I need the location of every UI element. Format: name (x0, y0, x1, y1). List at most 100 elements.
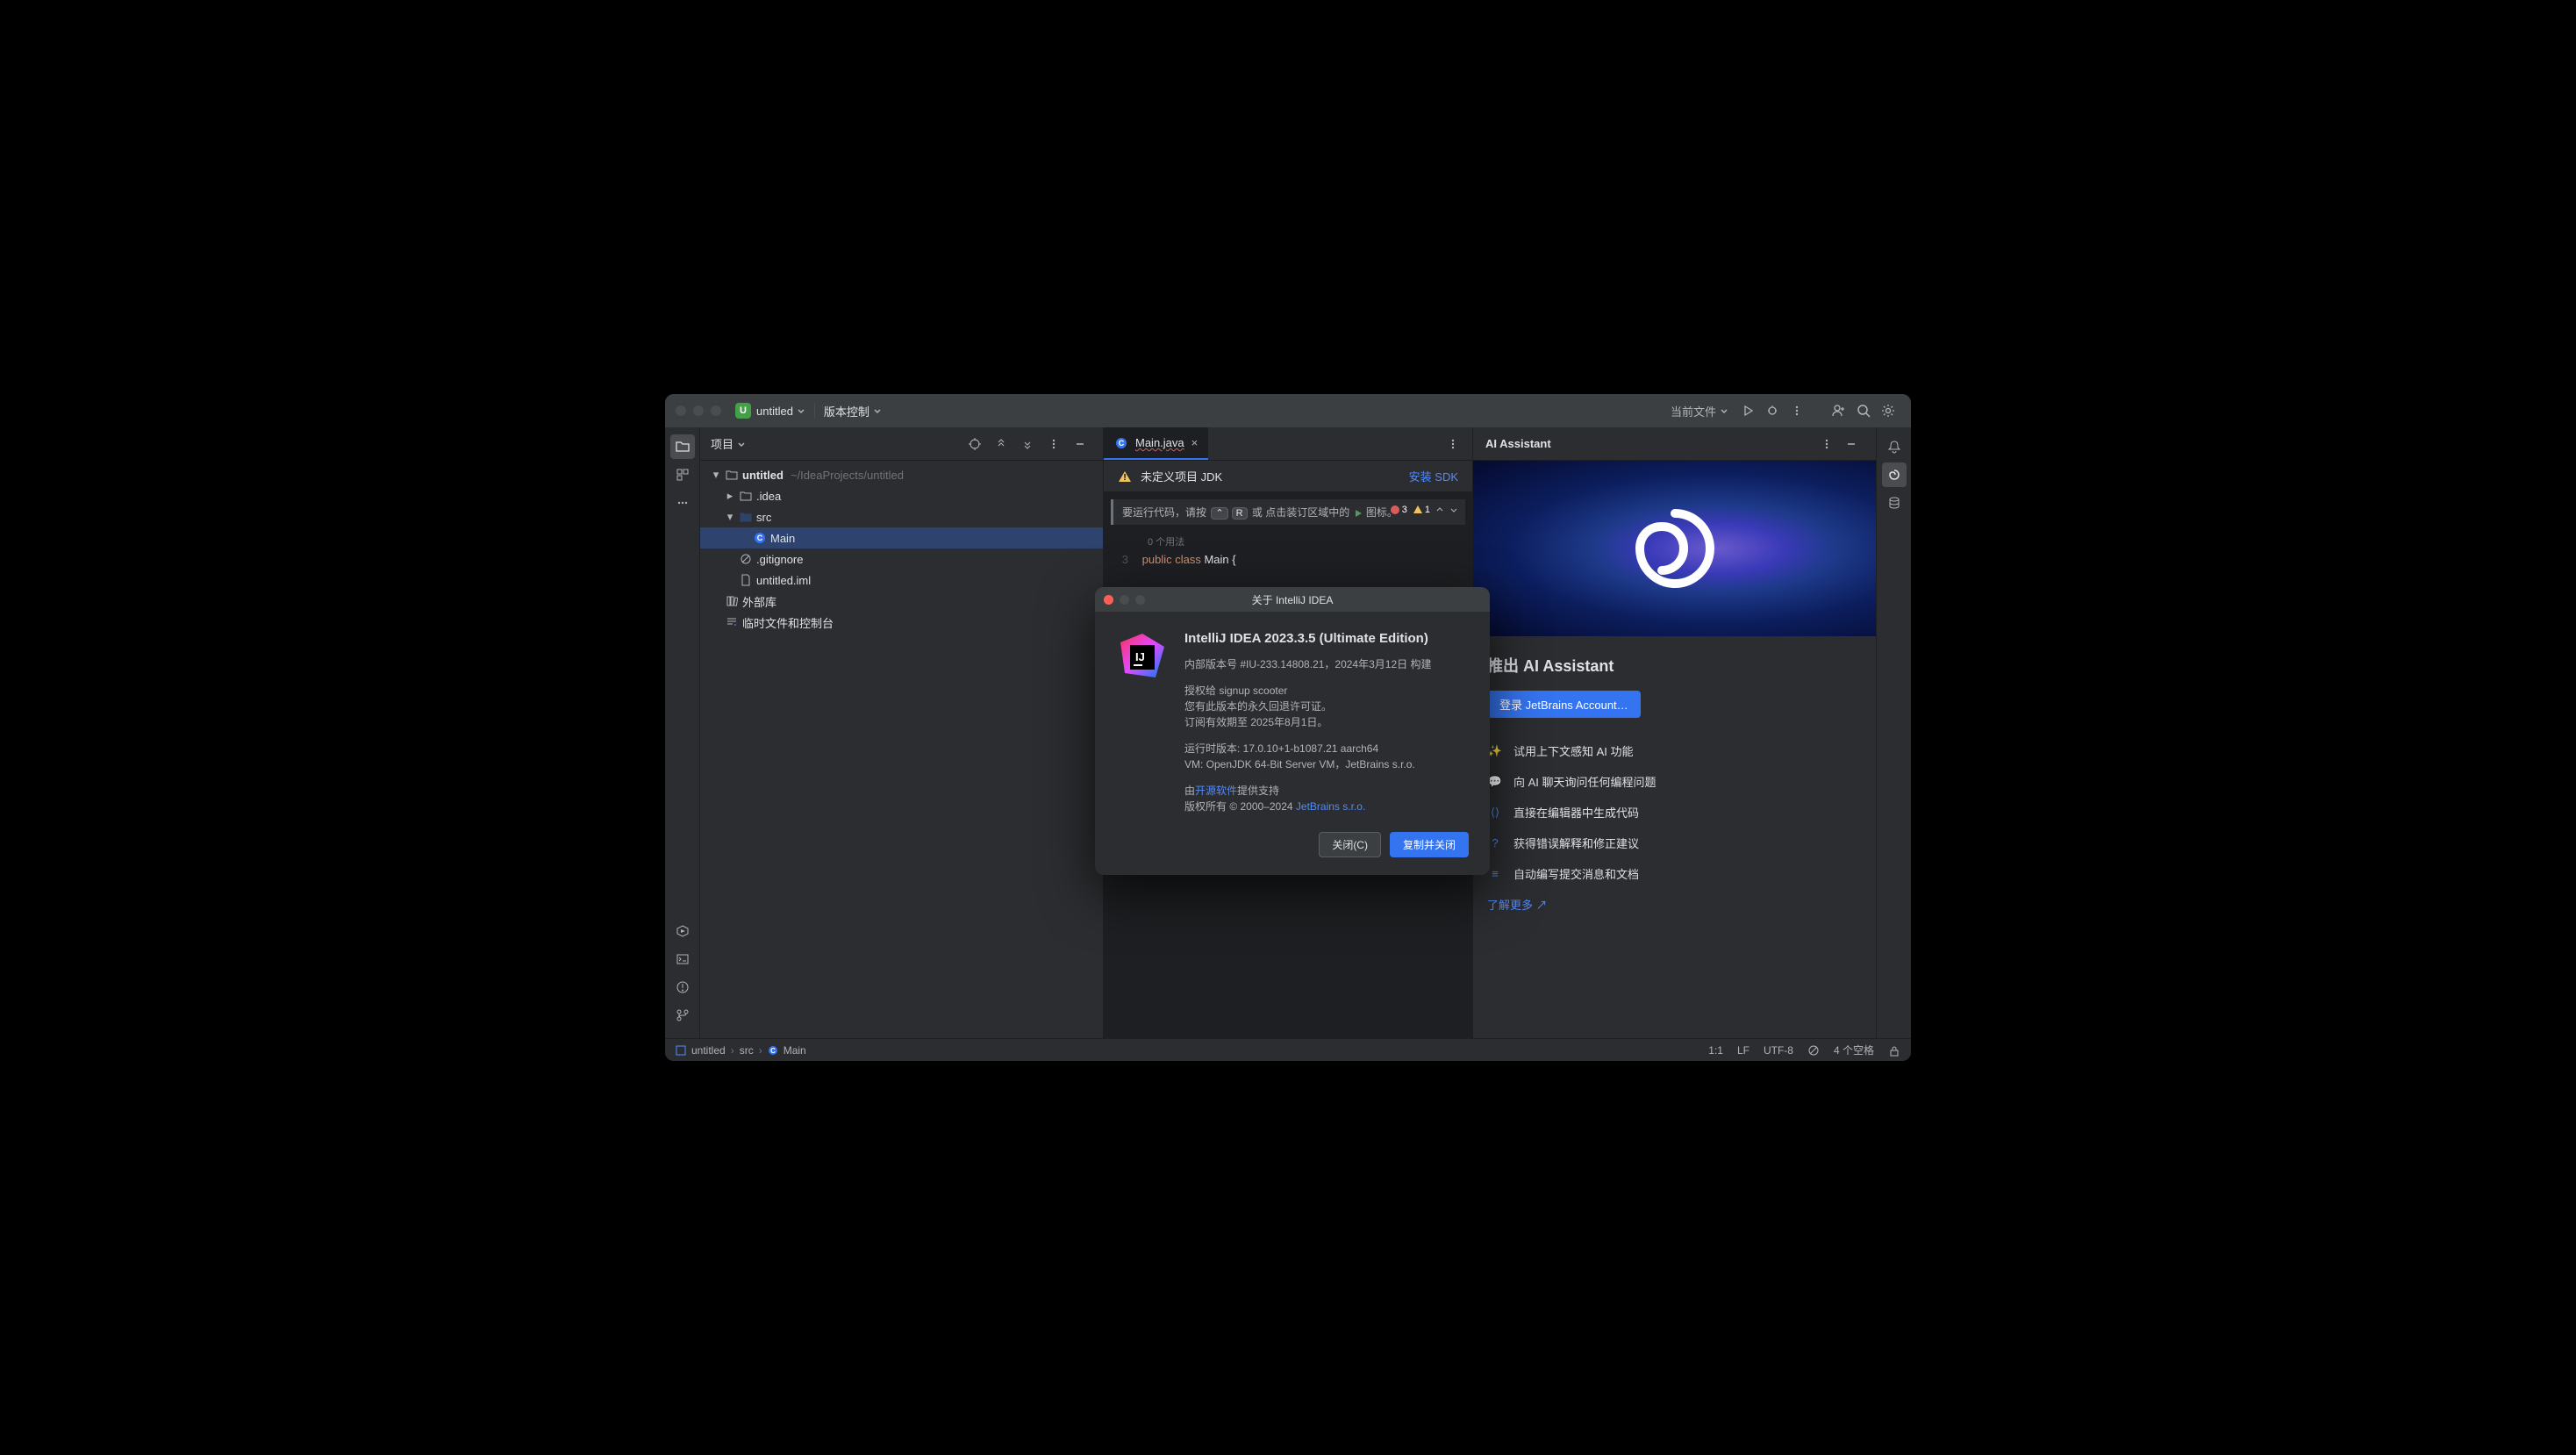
learn-more-link[interactable]: 了解更多 ↗ (1487, 896, 1548, 913)
ai-panel-minimize-button[interactable] (1839, 432, 1864, 456)
select-opened-button[interactable] (962, 432, 987, 456)
tree-item-gitignore[interactable]: .gitignore (700, 548, 1103, 570)
zoom-dot[interactable] (1135, 595, 1145, 605)
ai-panel-options-button[interactable] (1814, 432, 1839, 456)
search-icon (1857, 404, 1871, 418)
person-add-icon (1832, 404, 1846, 418)
panel-minimize-button[interactable] (1068, 432, 1092, 456)
ai-feature-item: 💬向 AI 聊天询问任何编程问题 (1487, 766, 1862, 797)
minimize-dot[interactable] (1120, 595, 1129, 605)
about-heading: IntelliJ IDEA 2023.3.5 (Ultimate Edition… (1184, 629, 1469, 649)
current-file-label: 当前文件 (1671, 403, 1716, 419)
zoom-dot[interactable] (711, 405, 721, 416)
ai-feature-label: 向 AI 聊天询问任何编程问题 (1513, 773, 1657, 790)
tree-item-src[interactable]: ▾ src (700, 506, 1103, 527)
about-titlebar: 关于 IntelliJ IDEA (1095, 587, 1490, 612)
close-button[interactable]: 关闭(C) (1319, 832, 1381, 857)
bug-icon (1766, 405, 1778, 417)
readonly-icon[interactable] (1807, 1044, 1820, 1057)
project-panel-title-dropdown[interactable]: 项目 (711, 435, 746, 452)
scratch-icon (725, 615, 739, 629)
debug-button[interactable] (1760, 398, 1785, 423)
swirl-icon (1614, 487, 1736, 610)
tab-main-java[interactable]: C Main.java × (1104, 427, 1208, 460)
database-tool-button[interactable] (1882, 491, 1907, 515)
code-editor[interactable]: 0 个用法 3 public class Main { (1104, 525, 1472, 569)
minimize-dot[interactable] (693, 405, 704, 416)
intellij-logo-icon: IJ (1116, 629, 1169, 682)
class-icon: C (1114, 436, 1128, 450)
warning-icon (1413, 505, 1423, 515)
run-button[interactable] (1735, 398, 1760, 423)
chevron-up-icon[interactable] (1435, 505, 1444, 514)
svg-text:IJ: IJ (1135, 650, 1145, 663)
notifications-tool-button[interactable] (1882, 434, 1907, 459)
about-license: 授权给 signup scooter 您有此版本的永久回退许可证。 订阅有效期至… (1184, 683, 1469, 730)
panel-options-button[interactable] (1041, 432, 1066, 456)
project-name-dropdown[interactable]: untitled (756, 405, 805, 418)
tree-item-iml[interactable]: untitled.iml (700, 570, 1103, 591)
structure-tool-button[interactable] (670, 462, 695, 487)
lock-icon[interactable] (1888, 1044, 1900, 1057)
vcs-dropdown[interactable]: 版本控制 (824, 403, 882, 419)
more-tool-button[interactable] (670, 491, 695, 515)
cursor-position[interactable]: 1:1 (1708, 1044, 1723, 1057)
tree-label: .gitignore (756, 553, 803, 566)
vcs-label: 版本控制 (824, 403, 869, 419)
svg-text:!: ! (1123, 473, 1126, 483)
inspection-widget[interactable]: 3 1 (1390, 505, 1458, 515)
tree-item-external[interactable]: 外部库 (700, 591, 1103, 612)
chevron-down-icon: ▾ (711, 469, 721, 480)
about-runtime: 运行时版本: 17.0.10+1-b1087.21 aarch64 VM: Op… (1184, 741, 1469, 772)
tree-item-scratch[interactable]: 临时文件和控制台 (700, 612, 1103, 633)
about-build: 内部版本号 #IU-233.14808.21，2024年3月12日 构建 (1184, 656, 1469, 672)
login-jetbrains-button[interactable]: 登录 JetBrains Account… (1487, 691, 1641, 718)
tree-root[interactable]: ▾ untitled ~/IdeaProjects/untitled (700, 464, 1103, 485)
expand-all-button[interactable] (989, 432, 1013, 456)
ai-hero-image (1473, 461, 1876, 636)
terminal-tool-button[interactable] (670, 947, 695, 971)
project-tree: ▾ untitled ~/IdeaProjects/untitled ▸ .id… (700, 461, 1103, 636)
chevron-down-icon[interactable] (1449, 505, 1458, 514)
vcs-tool-button[interactable] (670, 1003, 695, 1028)
opensource-link[interactable]: 开源软件 (1195, 785, 1237, 797)
settings-button[interactable] (1876, 398, 1900, 423)
problems-tool-button[interactable] (670, 975, 695, 1000)
services-tool-button[interactable] (670, 919, 695, 943)
svg-text:C: C (770, 1047, 776, 1055)
bell-icon (1887, 440, 1901, 454)
indent-info[interactable]: 4 个空格 (1834, 1043, 1874, 1057)
tree-label: src (756, 511, 771, 524)
close-dot[interactable] (676, 405, 686, 416)
install-sdk-link[interactable]: 安装 SDK (1409, 468, 1458, 484)
collab-button[interactable] (1827, 398, 1851, 423)
close-icon[interactable]: × (1191, 436, 1199, 449)
kebab-icon (1821, 438, 1833, 450)
ai-tool-button[interactable] (1882, 462, 1907, 487)
chevron-down-icon (873, 406, 882, 415)
line-ending[interactable]: LF (1737, 1044, 1750, 1057)
ai-feature-item: ⟨⟩直接在编辑器中生成代码 (1487, 797, 1862, 828)
close-dot[interactable] (1104, 595, 1113, 605)
collapse-all-button[interactable] (1015, 432, 1040, 456)
more-actions-button[interactable] (1785, 398, 1809, 423)
database-icon (1887, 496, 1901, 510)
tab-options-button[interactable] (1441, 432, 1465, 456)
ai-body: 推出 AI Assistant 登录 JetBrains Account… ✨试… (1473, 636, 1876, 930)
run-config-dropdown[interactable]: 当前文件 (1664, 399, 1735, 423)
tree-item-main[interactable]: C Main (700, 527, 1103, 548)
hexagon-play-icon (676, 924, 690, 938)
project-chip[interactable]: U (735, 403, 751, 419)
ai-feature-label: 直接在编辑器中生成代码 (1513, 804, 1639, 821)
ai-feature-label: 获得错误解释和修正建议 (1513, 835, 1639, 851)
about-title: 关于 IntelliJ IDEA (1252, 592, 1334, 607)
ai-assistant-panel: AI Assistant 推出 AI Assistant 登录 JetBrain… (1472, 427, 1876, 1038)
tree-item-idea[interactable]: ▸ .idea (700, 485, 1103, 506)
jetbrains-link[interactable]: JetBrains s.r.o. (1296, 800, 1365, 813)
hint-text: 要运行代码，请按 ⌃R 或 点击装订区域中的 图标。 (1122, 505, 1398, 520)
breadcrumb[interactable]: untitled › src › C Main (676, 1044, 806, 1057)
project-tool-button[interactable] (670, 434, 695, 459)
search-button[interactable] (1851, 398, 1876, 423)
copy-close-button[interactable]: 复制并关闭 (1390, 832, 1469, 857)
encoding[interactable]: UTF-8 (1764, 1044, 1793, 1057)
